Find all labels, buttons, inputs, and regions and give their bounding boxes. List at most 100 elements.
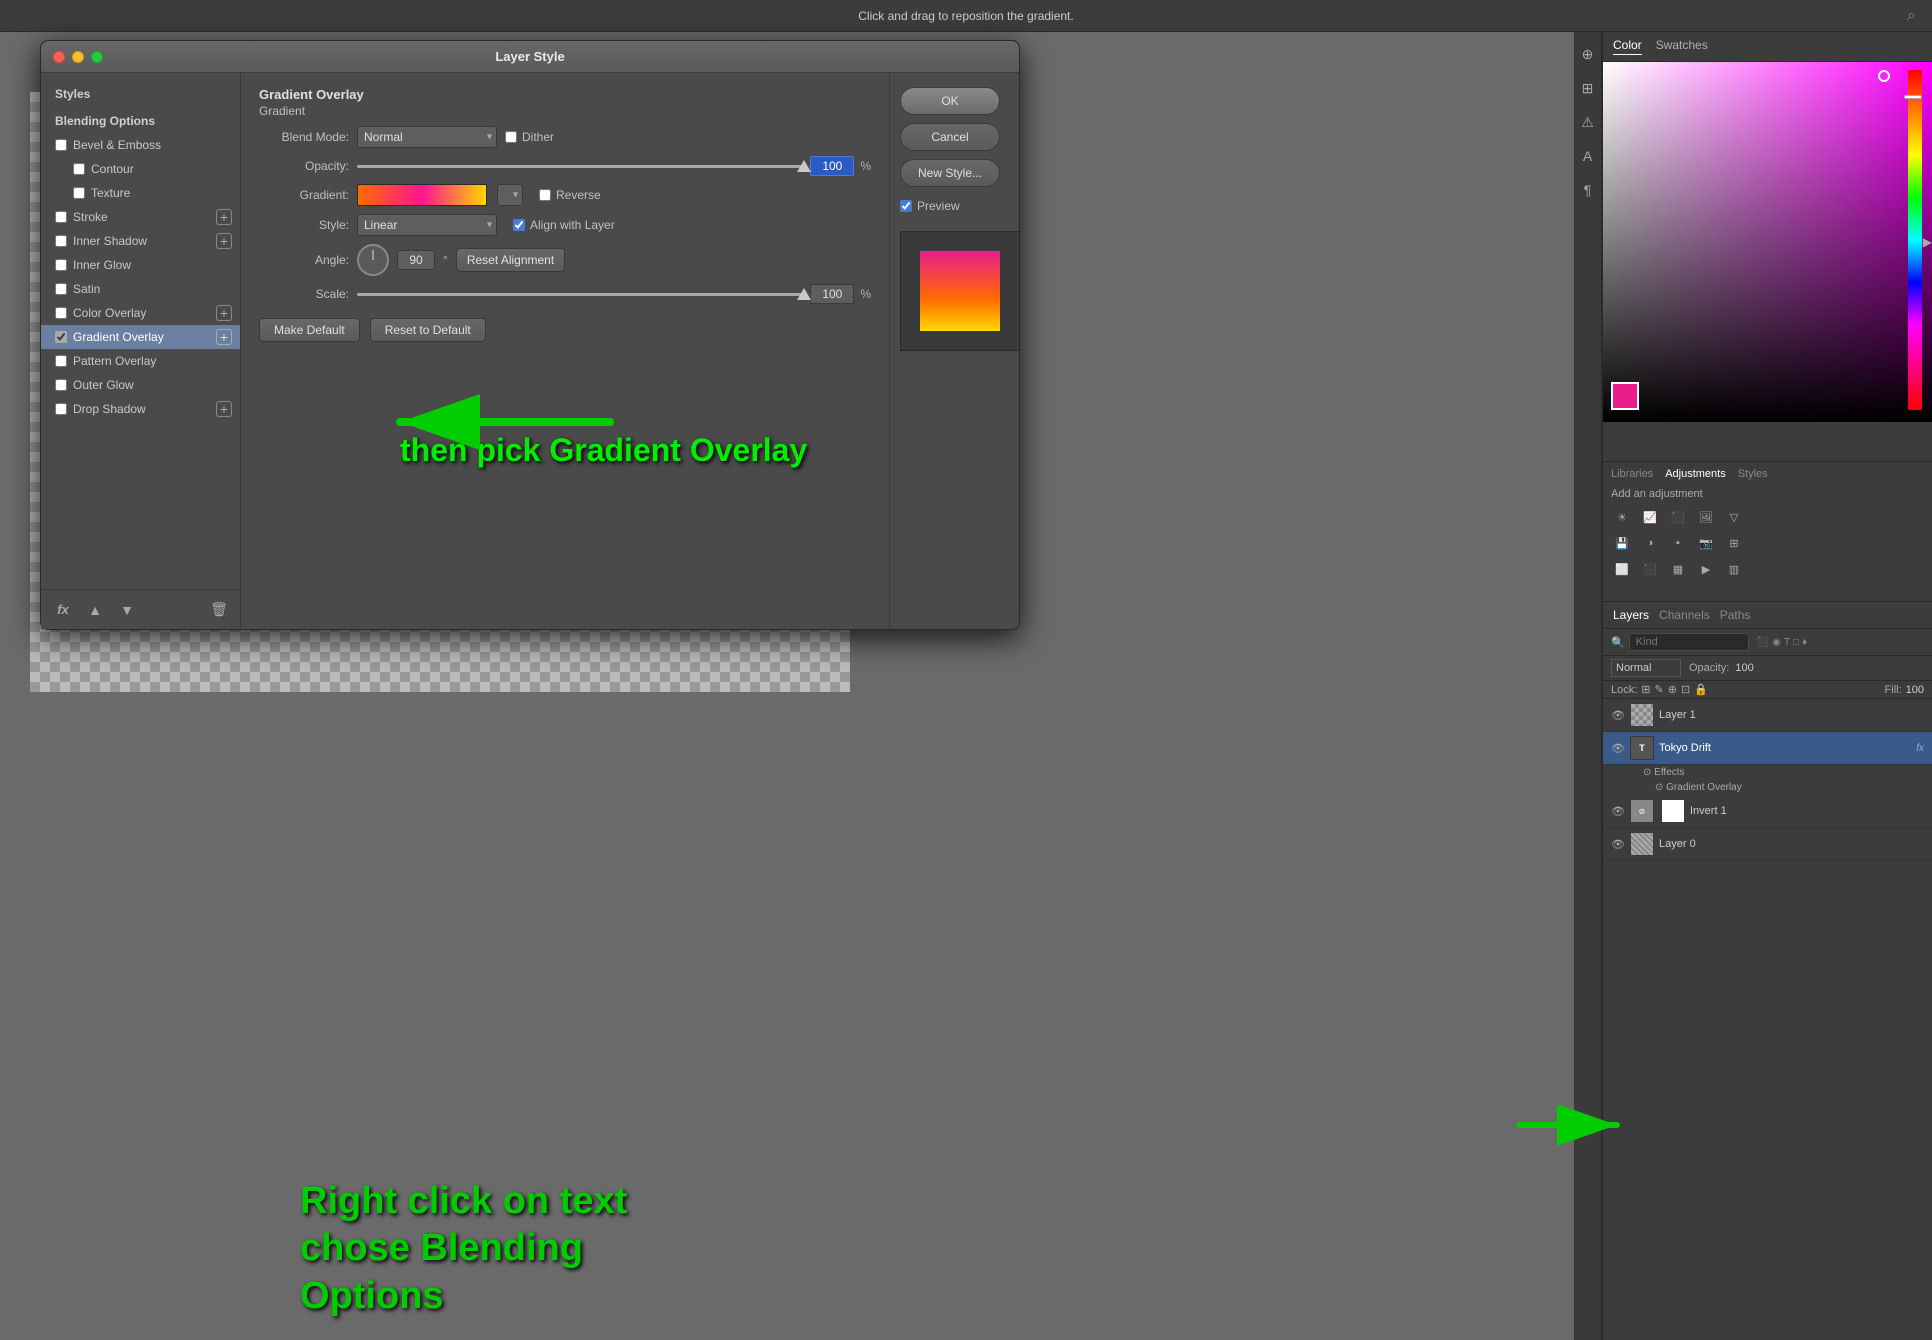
minimize-button[interactable] [72,51,84,63]
camera-icon[interactable]: 📷 [1695,532,1717,554]
shadow-icon[interactable]: ◑ [1639,532,1661,554]
color-gradient-area[interactable]: ▶ [1603,62,1932,422]
eye-layer0[interactable]: 👁 [1611,837,1625,851]
preview-label[interactable]: Preview [900,199,1009,213]
style-item-gradient-overlay[interactable]: Gradient Overlay + [41,325,240,349]
close-button[interactable] [53,51,65,63]
eye-invert1[interactable]: 👁 [1611,804,1625,818]
shape-filter-icon[interactable]: □ [1793,637,1799,648]
tool-adjust[interactable]: ⊞ [1574,74,1602,102]
style-item-satin[interactable]: Satin [41,277,240,301]
opacity-thumb[interactable] [797,160,811,172]
brightness-icon[interactable]: ☀ [1611,506,1633,528]
delete-button[interactable]: 🗑 [207,600,231,620]
style-select[interactable]: Linear Radial Angle [357,214,497,236]
tool-warn[interactable]: ⚠ [1574,108,1602,136]
preview-checkbox[interactable] [900,200,912,212]
move-down-button[interactable]: ▼ [115,600,139,620]
exposure-icon[interactable]: ⬛ [1667,506,1689,528]
panel-extend-arrow[interactable]: ▶ [1923,235,1932,249]
solid-icon[interactable]: ▶ [1695,558,1717,580]
new-style-button[interactable]: New Style... [900,159,1000,187]
grid-icon[interactable]: ⊞ [1723,532,1745,554]
color-overlay-plus[interactable]: + [216,305,232,321]
lock-artboard-icon[interactable]: ⊡ [1681,683,1690,696]
contour-checkbox[interactable] [73,163,85,175]
reset-to-default-button[interactable]: Reset to Default [370,318,486,342]
pattern-icon[interactable]: ▥ [1723,558,1745,580]
stroke-checkbox[interactable] [55,211,67,223]
scale-slider-track[interactable] [357,293,804,296]
hue-icon[interactable]: 🖼 [1695,506,1717,528]
layers-tab[interactable]: Layers [1613,608,1649,622]
fx-button[interactable]: fx [51,600,75,620]
style-item-outer-glow[interactable]: Outer Glow [41,373,240,397]
layer-effects-group[interactable]: ⊙ Effects [1603,765,1932,780]
reverse-checkbox[interactable] [539,189,551,201]
lock-brush-icon[interactable]: ✎ [1655,683,1664,696]
style-item-bevel[interactable]: Bevel & Emboss [41,133,240,157]
lock-pixel-icon[interactable]: ⊞ [1641,683,1650,696]
satin-checkbox[interactable] [55,283,67,295]
outer-glow-checkbox[interactable] [55,379,67,391]
make-default-button[interactable]: Make Default [259,318,360,342]
blend-mode-select[interactable]: Normal Dissolve Multiply [357,126,497,148]
smart-filter-icon[interactable]: ♦ [1802,637,1807,648]
swatches-tab[interactable]: Swatches [1656,38,1708,55]
style-item-contour[interactable]: Contour [41,157,240,181]
angle-dial[interactable] [357,244,389,276]
texture-checkbox[interactable] [73,187,85,199]
scale-thumb[interactable] [797,288,811,300]
curves-icon[interactable]: 📈 [1639,506,1661,528]
cancel-button[interactable]: Cancel [900,123,1000,151]
type-filter-icon[interactable]: T [1784,637,1790,648]
libraries-tab[interactable]: Libraries [1611,468,1653,480]
drop-shadow-checkbox[interactable] [55,403,67,415]
gradient-dropdown[interactable] [497,184,523,206]
gradient-swatch[interactable] [357,184,487,206]
opacity-input[interactable] [810,156,854,176]
search-icon[interactable]: ⌕ [1907,7,1916,25]
color-overlay-checkbox[interactable] [55,307,67,319]
pixel-icon[interactable]: ⬛ [1757,637,1769,648]
scale-input[interactable] [810,284,854,304]
tool-para[interactable]: ¶ [1574,176,1602,204]
color-swatch-mini[interactable] [1611,382,1639,410]
style-item-color-overlay[interactable]: Color Overlay + [41,301,240,325]
align-layer-checkbox[interactable] [513,219,525,231]
pattern-overlay-checkbox[interactable] [55,355,67,367]
style-item-inner-glow[interactable]: Inner Glow [41,253,240,277]
reset-alignment-button[interactable]: Reset Alignment [456,248,565,272]
inner-shadow-plus[interactable]: + [216,233,232,249]
hue-strip[interactable] [1908,70,1922,410]
opacity-slider-track[interactable] [357,165,804,168]
posterize-icon[interactable]: ▦ [1667,558,1689,580]
ok-button[interactable]: OK [900,87,1000,115]
maximize-button[interactable] [91,51,103,63]
reverse-label[interactable]: Reverse [539,188,601,202]
lock-all-icon[interactable]: 🔒 [1694,683,1708,696]
layers-search-input[interactable] [1629,633,1749,651]
style-item-pattern-overlay[interactable]: Pattern Overlay [41,349,240,373]
invert-icon[interactable]: ⬜ [1611,558,1633,580]
color-tab[interactable]: Color [1613,38,1642,55]
style-item-texture[interactable]: Texture [41,181,240,205]
bw-icon[interactable]: ▪ [1667,532,1689,554]
layer-item-invert1[interactable]: 👁 ⊘ Invert 1 [1603,795,1932,828]
dither-checkbox[interactable] [505,131,517,143]
style-item-blending-options[interactable]: Blending Options [41,109,240,133]
layer-item-tokyo-drift[interactable]: 👁 T Tokyo Drift fx [1603,732,1932,765]
dither-label[interactable]: Dither [505,130,554,144]
floppy-icon[interactable]: 💾 [1611,532,1633,554]
gradient-overlay-checkbox[interactable] [55,331,67,343]
blend-mode-select-layers[interactable]: Normal [1611,659,1681,677]
style-item-drop-shadow[interactable]: Drop Shadow + [41,397,240,421]
gradient-overlay-plus[interactable]: + [216,329,232,345]
move-up-button[interactable]: ▲ [83,600,107,620]
align-layer-label[interactable]: Align with Layer [513,218,615,232]
layer-gradient-effect[interactable]: ⊙ Gradient Overlay [1603,780,1932,795]
drop-shadow-plus[interactable]: + [216,401,232,417]
styles-tab[interactable]: Styles [1738,468,1768,480]
inner-glow-checkbox[interactable] [55,259,67,271]
adjustments-tab[interactable]: Adjustments [1665,468,1726,480]
